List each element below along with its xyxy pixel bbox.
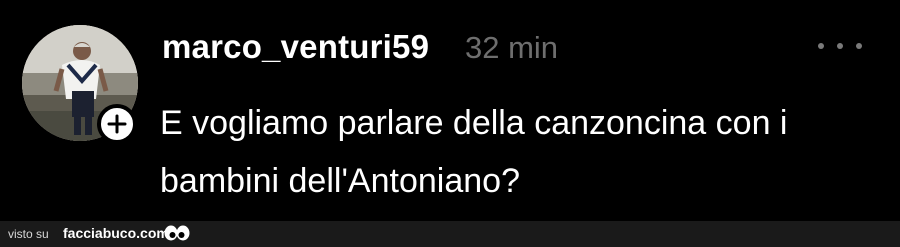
timestamp: 32 min — [465, 30, 559, 65]
comment-post: marco_venturi59 32 min E vogliamo parlar… — [0, 0, 900, 221]
eyes-logo-icon — [164, 225, 190, 241]
plus-icon — [107, 114, 127, 134]
watermark-prefix: visto su — [8, 227, 49, 241]
comment-text: E vogliamo parlare della canzoncina con … — [160, 104, 788, 200]
username[interactable]: marco_venturi59 — [162, 28, 429, 66]
more-dots-icon — [818, 43, 824, 49]
more-dots-icon — [837, 43, 843, 49]
more-options-button[interactable] — [818, 36, 862, 56]
watermark-bar: visto su facciabuco.com — [0, 221, 900, 247]
more-dots-icon — [856, 43, 862, 49]
watermark-site[interactable]: facciabuco.com — [63, 225, 169, 241]
avatar-container — [22, 25, 138, 144]
follow-button[interactable] — [97, 104, 137, 144]
